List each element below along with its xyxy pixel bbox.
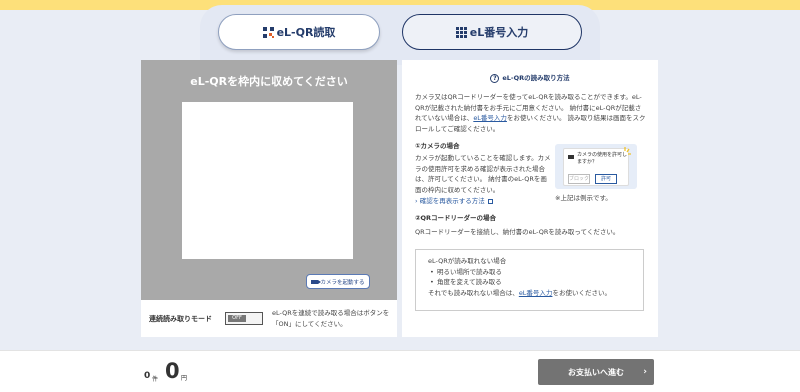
help-title-text: eL-QRの読み取り方法 bbox=[502, 74, 570, 82]
question-circle-icon: ? bbox=[490, 73, 500, 83]
continuous-mode-toggle[interactable]: OFF bbox=[225, 312, 263, 325]
total-amount: 0 bbox=[165, 359, 180, 383]
external-link-icon bbox=[487, 198, 493, 204]
help-intro: カメラ又はQRコードリーダーを使ってeL-QRを読み取ることができます。eL-Q… bbox=[415, 92, 647, 134]
chevron-right-icon: › bbox=[415, 197, 418, 205]
bottom-bar bbox=[0, 350, 800, 392]
note-footer: それでも読み取れない場合は、eL番号入力をお使いください。 bbox=[428, 288, 631, 299]
camera-icon bbox=[568, 155, 574, 159]
example-note: ※上記は例示です。 bbox=[555, 194, 612, 202]
camera-panel: eL-QRを枠内に収めてください カメラを起動する 連続読み取りモード OFF … bbox=[141, 60, 397, 337]
help-panel: ? eL-QRの読み取り方法 カメラ又はQRコードリーダーを使ってeL-QRを読み… bbox=[402, 60, 658, 337]
note-footer-text: それでも読み取れない場合は、 bbox=[428, 288, 519, 297]
camera-overlay-title: eL-QRを枠内に収めてください bbox=[190, 75, 348, 88]
example-block-button: ブロック bbox=[568, 174, 590, 184]
video-camera-icon bbox=[311, 279, 322, 284]
note-list: 明るい場所で読み取る 角度を変えて読み取る bbox=[428, 267, 631, 288]
reader-section-desc: QRコードリーダーを接続し、納付書のeL-QRを読み取ってください。 bbox=[415, 228, 620, 236]
note-item: 角度を変えて読み取る bbox=[428, 277, 631, 288]
sparkle-icon bbox=[624, 147, 631, 155]
intro-number-input-link[interactable]: eL番号入力 bbox=[473, 114, 507, 122]
permission-example-image: カメラの使用を許可しますか？ ブロック 許可 bbox=[555, 144, 637, 189]
help-title: ? eL-QRの読み取り方法 bbox=[402, 72, 658, 83]
note-footer-text-after: をお使いください。 bbox=[552, 288, 611, 297]
camera-section-desc: カメラが起動していることを確認します。カメラの使用許可を求める確認が表示された場… bbox=[415, 154, 551, 194]
start-camera-button[interactable]: カメラを起動する bbox=[306, 274, 370, 289]
chevron-right-icon: › bbox=[643, 367, 647, 377]
number-grid-icon bbox=[455, 26, 467, 38]
example-allow-button: 許可 bbox=[595, 174, 617, 184]
tab-qr-read-label: eL-QR読取 bbox=[276, 26, 336, 39]
continuous-mode-label: 連続読み取りモード bbox=[149, 315, 212, 323]
tab-number-input[interactable]: eL番号入力 bbox=[402, 14, 582, 50]
note-number-input-link[interactable]: eL番号入力 bbox=[519, 289, 553, 297]
item-count-unit: 件 bbox=[152, 376, 159, 383]
cannot-read-notebox: eL-QRが読み取れない場合 明るい場所で読み取る 角度を変えて読み取る それで… bbox=[415, 249, 644, 311]
toggle-state: OFF bbox=[228, 315, 246, 322]
note-item: 明るい場所で読み取る bbox=[428, 267, 631, 278]
continuous-mode-desc: eL-QRを連続で読み取る場合はボタンを「ON」にしてください。 bbox=[272, 309, 390, 328]
camera-view: eL-QRを枠内に収めてください カメラを起動する bbox=[141, 60, 397, 300]
start-camera-label: カメラを起動する bbox=[320, 279, 365, 286]
tab-qr-read[interactable]: eL-QR読取 bbox=[218, 14, 380, 50]
scan-frame bbox=[182, 102, 353, 259]
recheck-link[interactable]: › 確認を再表示する方法 bbox=[415, 195, 493, 205]
reader-section-heading: ②QRコードリーダーの場合 bbox=[415, 214, 497, 222]
qr-code-icon bbox=[262, 26, 274, 38]
recheck-link-label: 確認を再表示する方法 bbox=[419, 197, 485, 205]
item-count: 0 bbox=[144, 371, 151, 381]
pay-button-label: お支払いへ進む bbox=[568, 367, 624, 377]
note-title: eL-QRが読み取れない場合 bbox=[428, 257, 507, 265]
tab-number-input-label: eL番号入力 bbox=[469, 26, 529, 39]
proceed-to-payment-button[interactable]: お支払いへ進む › bbox=[538, 359, 654, 385]
camera-section-heading: ①カメラの場合 bbox=[415, 142, 460, 150]
amount-unit: 円 bbox=[181, 375, 188, 382]
